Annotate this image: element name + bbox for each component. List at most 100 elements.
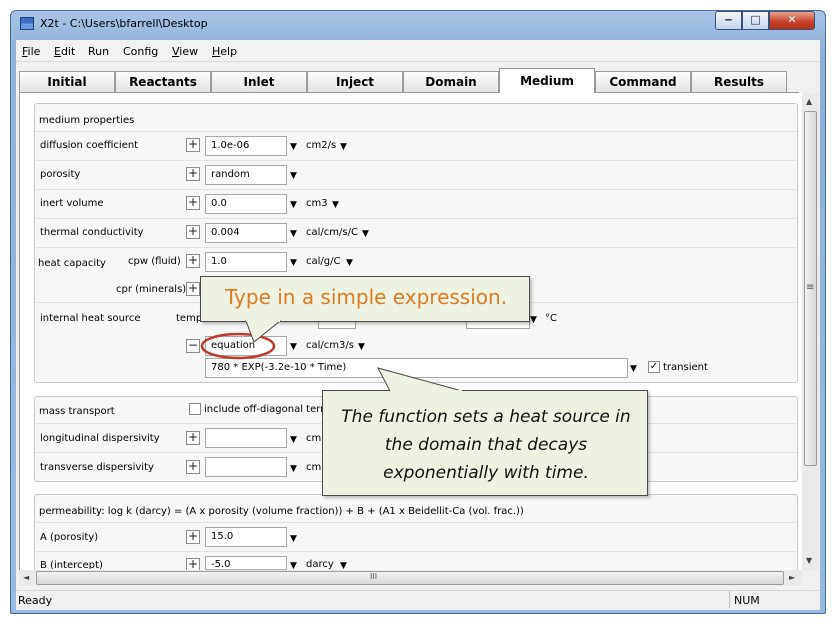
expand-thermal-button[interactable]: + xyxy=(186,225,200,239)
collapse-heat-source-button[interactable]: − xyxy=(186,339,200,353)
horizontal-grip-icon: III xyxy=(370,572,378,581)
heat-capacity-label: heat capacity xyxy=(38,258,106,269)
transverse-label: transverse dispersivity xyxy=(40,462,154,473)
menu-help[interactable]: Help xyxy=(212,45,237,58)
heat-source-unit: cal/cm3/s xyxy=(306,340,354,351)
tab-inlet[interactable]: Inlet xyxy=(211,71,307,92)
tab-medium[interactable]: Medium xyxy=(499,68,595,93)
menu-view[interactable]: View xyxy=(172,45,198,58)
thermal-label: thermal conductivity xyxy=(40,227,144,238)
expand-transverse-button[interactable]: + xyxy=(186,460,200,474)
expand-porosity-button[interactable]: + xyxy=(186,167,200,181)
expand-b-button[interactable]: + xyxy=(186,558,200,570)
menu-config[interactable]: Config xyxy=(123,45,158,58)
cpw-unit: cal/g/C xyxy=(306,256,341,267)
tab-inject[interactable]: Inject xyxy=(307,71,403,92)
inert-dropdown-icon[interactable]: ▼ xyxy=(290,200,297,210)
status-bar xyxy=(16,590,820,610)
porosity-label: porosity xyxy=(40,169,81,180)
cpr-label: cpr (minerals) xyxy=(116,284,187,295)
diffusion-input[interactable]: 1.0e-06 xyxy=(205,136,287,156)
porosity-dropdown-icon[interactable]: ▼ xyxy=(290,171,297,181)
a-dropdown-icon[interactable]: ▼ xyxy=(290,534,297,544)
permeability-title: permeability: log k (darcy) = (A x poros… xyxy=(39,506,524,517)
transient-label: transient xyxy=(663,362,708,373)
callout-function: The function sets a heat source in the d… xyxy=(322,390,648,496)
longitudinal-label: longitudinal dispersivity xyxy=(40,433,160,444)
expand-inert-button[interactable]: + xyxy=(186,196,200,210)
scroll-down-icon[interactable]: ▼ xyxy=(806,556,812,565)
tab-results[interactable]: Results xyxy=(691,71,787,92)
cpw-unit-dropdown-icon[interactable]: ▼ xyxy=(346,258,353,268)
thermal-dropdown-icon[interactable]: ▼ xyxy=(290,229,297,239)
cpw-input[interactable]: 1.0 xyxy=(205,252,287,272)
transverse-dropdown-icon[interactable]: ▼ xyxy=(290,464,297,474)
thermal-unit: cal/cm/s/C xyxy=(306,227,358,238)
cpw-dropdown-icon[interactable]: ▼ xyxy=(290,258,297,268)
expression-dropdown-icon[interactable]: ▼ xyxy=(630,364,637,374)
tab-reactants[interactable]: Reactants xyxy=(115,71,211,92)
temp-dropdown-icon[interactable]: ▼ xyxy=(530,315,537,325)
row-divider xyxy=(35,131,797,132)
diffusion-unit: cm2/s xyxy=(306,140,337,151)
longitudinal-unit: cm xyxy=(306,433,322,444)
medium-properties-group xyxy=(34,103,798,383)
vertical-grip-icon: ≡ xyxy=(806,282,815,293)
expand-b-wrapper: + xyxy=(186,558,200,570)
minimize-button[interactable]: ‒ xyxy=(715,11,742,30)
callout-function-text: The function sets a heat source in the d… xyxy=(341,407,631,483)
expand-diffusion-button[interactable]: + xyxy=(186,138,200,152)
row-divider xyxy=(35,160,797,161)
offdiag-checkbox[interactable] xyxy=(189,403,201,415)
b-intercept-label: B (intercept) xyxy=(40,560,103,569)
callout-expression-tail xyxy=(245,320,282,343)
offdiag-label: include off-diagonal term xyxy=(204,404,330,415)
tab-initial[interactable]: Initial xyxy=(19,71,115,92)
longitudinal-input[interactable] xyxy=(205,428,287,448)
transverse-unit: cm xyxy=(306,462,322,473)
scroll-right-icon[interactable]: ► xyxy=(789,573,795,582)
maximize-button[interactable]: □ xyxy=(742,11,769,30)
window-title: X2t - C:\Users\bfarrell\Desktop xyxy=(40,17,208,30)
heat-source-unit-dropdown-icon[interactable]: ▼ xyxy=(358,342,365,352)
thermal-input[interactable]: 0.004 xyxy=(205,223,287,243)
callout-function-tail xyxy=(377,367,463,392)
expand-cpr-button[interactable]: + xyxy=(186,282,200,296)
callout-expression: Type in a simple expression. xyxy=(200,276,530,322)
a-porosity-input[interactable]: 15.0 xyxy=(205,527,287,547)
b-intercept-input[interactable]: -5.0 xyxy=(205,556,287,570)
longitudinal-dropdown-icon[interactable]: ▼ xyxy=(290,435,297,445)
menu-run[interactable]: Run xyxy=(88,45,109,58)
transient-checkbox[interactable]: ✓ xyxy=(648,361,660,373)
tab-domain[interactable]: Domain xyxy=(403,71,499,92)
temp-unit: °C xyxy=(545,313,557,324)
inert-volume-label: inert volume xyxy=(40,198,104,209)
cpw-label: cpw (fluid) xyxy=(128,256,181,267)
close-button[interactable]: ✕ xyxy=(769,11,815,30)
porosity-input[interactable]: random xyxy=(205,165,287,185)
row-divider xyxy=(35,218,797,219)
menu-edit[interactable]: Edit xyxy=(54,45,75,58)
inert-volume-input[interactable]: 0.0 xyxy=(205,194,287,214)
transverse-input[interactable] xyxy=(205,457,287,477)
heat-source-temp-label: temp xyxy=(176,313,203,324)
heat-source-type-dropdown-icon[interactable]: ▼ xyxy=(290,342,297,352)
expand-a-button[interactable]: + xyxy=(186,530,200,544)
scroll-left-icon[interactable]: ◄ xyxy=(23,573,29,582)
group-title: medium properties xyxy=(39,115,135,126)
tab-command[interactable]: Command xyxy=(595,71,691,92)
horizontal-scroll-thumb[interactable] xyxy=(36,571,784,585)
a-porosity-label: A (porosity) xyxy=(40,532,99,543)
expand-longitudinal-button[interactable]: + xyxy=(186,431,200,445)
inert-unit-dropdown-icon[interactable]: ▼ xyxy=(332,200,339,210)
scroll-up-icon[interactable]: ▲ xyxy=(806,97,812,106)
diffusion-unit-dropdown-icon[interactable]: ▼ xyxy=(340,142,347,152)
diffusion-dropdown-icon[interactable]: ▼ xyxy=(290,142,297,152)
app-icon xyxy=(20,17,34,30)
b-unit: darcy xyxy=(306,559,334,570)
menu-file[interactable]: File xyxy=(22,45,40,58)
expand-cpw-button[interactable]: + xyxy=(186,254,200,268)
row-divider xyxy=(35,189,797,190)
thermal-unit-dropdown-icon[interactable]: ▼ xyxy=(362,229,369,239)
mass-transport-title: mass transport xyxy=(39,406,115,417)
